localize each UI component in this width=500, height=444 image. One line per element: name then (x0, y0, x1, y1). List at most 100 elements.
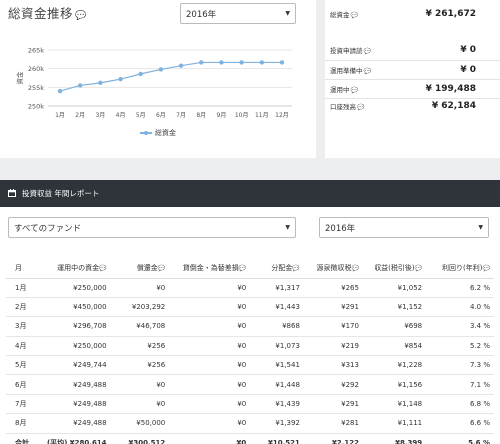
data-point (279, 60, 285, 65)
table-cell: 7月 (6, 394, 47, 415)
table-cell: ¥1,111 (362, 413, 427, 434)
year-select-report[interactable]: 2016年 ▼ (319, 217, 489, 238)
chat-bubble-icon[interactable]: 💬 (158, 265, 165, 272)
chat-bubble-icon[interactable]: 💬 (351, 12, 358, 19)
summary-active-label: 運用中💬 (330, 85, 358, 94)
table-cell: ¥1,448 (250, 374, 304, 395)
table-total-cell: ¥2,122 (331, 439, 359, 444)
report-rows: 1月 ¥250,000 ¥0 ¥0 ¥1,317 ¥265 ¥1,052 6.2 % 2月 ¥45… (6, 278, 494, 444)
table-cell: 6.8 % (426, 394, 494, 415)
table-row: 7月 ¥249,488 ¥0 ¥0 ¥1,439 ¥291 ¥1,148 6.8 % (6, 394, 494, 415)
chat-bubble-icon[interactable]: 💬 (351, 265, 358, 272)
summary-active-value: ¥ 199,488 (425, 83, 476, 94)
y-tick-label: 265k (28, 47, 44, 55)
table-cell: ¥203,292 (110, 297, 170, 318)
col-header-yield: 利回り(年利)💬 (426, 259, 494, 279)
table-cell: ¥250,000 (46, 278, 111, 298)
x-tick-label: 4月 (116, 112, 126, 119)
y-tick-label: 250k (28, 103, 44, 111)
chat-bubble-icon[interactable]: 💬 (364, 68, 371, 75)
table-total-cell: (平均) ¥280,614 (46, 439, 107, 444)
chart-legend[interactable]: 総資金 (140, 128, 176, 138)
table-cell: ¥281 (303, 413, 363, 434)
data-point (158, 67, 164, 72)
summary-pending-value: ¥ 0 (460, 45, 476, 55)
x-tick-label: 7月 (176, 112, 186, 119)
page-title: 総資金推移 💬 (8, 3, 87, 22)
fund-select[interactable]: すべてのファンド ▼ (8, 217, 296, 238)
chat-bubble-icon[interactable]: 💬 (292, 265, 299, 272)
x-tick-label: 5月 (136, 112, 146, 119)
chat-bubble-icon[interactable]: 💬 (75, 11, 87, 21)
table-row: 2月 ¥450,000 ¥203,292 ¥0 ¥1,443 ¥291 ¥1,152 4.0 … (6, 297, 494, 318)
table-cell: ¥0 (169, 278, 251, 298)
table-cell: ¥0 (169, 374, 251, 395)
table-cell: ¥0 (110, 374, 170, 395)
table-row: 6月 ¥249,488 ¥0 ¥0 ¥1,448 ¥292 ¥1,156 7.1 % (6, 374, 494, 395)
table-row: 8月 ¥249,488 ¥50,000 ¥0 ¥1,392 ¥281 ¥1,111 6.6 % (6, 413, 494, 434)
table-cell: ¥249,488 (46, 394, 111, 415)
summary-pending-label: 投資申請読💬 (330, 47, 371, 55)
caret-down-icon: ▼ (478, 224, 483, 231)
table-cell: ¥1,156 (362, 374, 427, 395)
table-row: 1月 ¥250,000 ¥0 ¥0 ¥1,317 ¥265 ¥1,052 6.2 % (6, 278, 494, 298)
page-title-text: 総資金推移 (8, 6, 74, 21)
x-tick-label: 8月 (196, 112, 206, 119)
table-cell: ¥1,073 (250, 336, 304, 357)
x-tick-label: 12月 (275, 112, 289, 119)
chat-bubble-icon[interactable]: 💬 (415, 265, 422, 272)
table-cell: 4月 (6, 336, 47, 357)
y-tick-label: 260k (28, 65, 44, 73)
table-cell: ¥0 (169, 394, 251, 415)
table-cell: ¥313 (303, 355, 363, 376)
chat-bubble-icon[interactable]: 💬 (483, 265, 490, 272)
table-cell: ¥249,488 (46, 413, 111, 434)
chat-bubble-icon[interactable]: 💬 (364, 48, 371, 55)
table-header-row: 月 運用中の資金💬 償還金💬 貸倒金・為替差損💬 分配金💬 源泉徴収税💬 収益(… (6, 259, 494, 279)
table-cell: ¥219 (303, 336, 363, 357)
col-header-loss: 貸倒金・為替差損💬 (169, 259, 251, 279)
table-cell: ¥170 (303, 316, 363, 337)
year-select-report-value: 2016年 (325, 223, 356, 234)
table-cell: ¥249,488 (46, 374, 111, 395)
data-point (199, 60, 204, 65)
table-cell: 6月 (6, 374, 47, 395)
table-cell: ¥296,708 (46, 316, 111, 337)
caret-down-icon: ▼ (285, 10, 290, 17)
table-cell: ¥0 (169, 355, 251, 376)
chat-bubble-icon[interactable]: 💬 (99, 265, 106, 272)
asset-line-chart: 250k 255k 260k 265k 資金 1月 2月 3月 4月 5月 6月 7月 8月 9月 10月 1… (15, 47, 292, 119)
summary-total-value: ¥ 261,672 (425, 9, 476, 19)
table-cell: ¥265 (303, 278, 363, 298)
summary-balance: 口座残高💬 ¥ 62,184 (325, 96, 500, 116)
col-header-withholding: 源泉徴収税💬 (303, 259, 363, 279)
calendar-icon (8, 188, 16, 199)
year-select-top[interactable]: 2016年 ▼ (180, 3, 296, 24)
table-cell: ¥256 (110, 355, 170, 376)
table-cell: 3.4 % (426, 316, 494, 337)
table-cell: ¥291 (303, 297, 363, 318)
table-cell: 6.2 % (426, 278, 494, 298)
table-total-cell: 5.6 % (468, 439, 490, 444)
table-cell: ¥0 (169, 413, 251, 434)
chat-bubble-icon[interactable]: 💬 (357, 104, 364, 111)
table-cell: ¥50,000 (110, 413, 170, 434)
table-cell: ¥0 (169, 336, 251, 357)
table-total-cell: 合計 (15, 439, 29, 444)
table-cell: 1月 (6, 278, 47, 298)
report-table: 月 運用中の資金💬 償還金💬 貸倒金・為替差損💬 分配金💬 源泉徴収税💬 収益(… (6, 259, 494, 444)
table-cell: 5.2 % (426, 336, 494, 357)
x-tick-label: 6月 (156, 112, 166, 119)
table-cell: ¥0 (110, 278, 170, 298)
legend-label: 総資金 (155, 129, 176, 137)
report-body: すべてのファンド ▼ 2016年 ▼ 月 運用中の資金💬 償還金💬 貸倒金・為替… (0, 207, 500, 444)
table-cell: ¥868 (250, 316, 304, 337)
table-cell: ¥1,052 (362, 278, 427, 298)
table-cell: ¥250,000 (46, 336, 111, 357)
table-cell: ¥1,148 (362, 394, 427, 415)
chat-bubble-icon[interactable]: 💬 (351, 87, 358, 94)
table-cell: ¥1,228 (362, 355, 427, 376)
chat-bubble-icon[interactable]: 💬 (239, 265, 246, 272)
col-header-active-funds: 運用中の資金💬 (46, 259, 111, 279)
year-select-value: 2016年 (186, 9, 217, 20)
